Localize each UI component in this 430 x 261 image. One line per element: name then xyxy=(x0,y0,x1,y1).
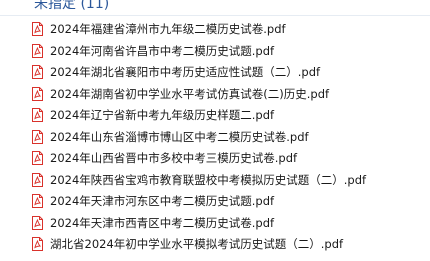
pdf-file-icon xyxy=(32,86,43,101)
pdf-file-icon xyxy=(32,194,43,208)
pdf-file-icon xyxy=(32,65,43,79)
pdf-file-icon xyxy=(32,22,43,36)
pdf-file-icon xyxy=(32,151,43,165)
file-list-panel: 未指定 (11) 2024年福建省漳州市九年级二模历史试卷.pdf 2024年河… xyxy=(0,0,430,261)
file-name: 2024年湖北省襄阳市中考历史适应性试题（二）.pdf xyxy=(50,65,321,79)
file-name: 2024年福建省漳州市九年级二模历史试卷.pdf xyxy=(50,22,286,36)
pdf-file-icon xyxy=(32,215,43,230)
pdf-file-icon xyxy=(32,172,43,187)
file-name: 2024年山西省晋中市多校中考三模历史试卷.pdf xyxy=(50,151,298,165)
file-name: 2024年山东省淄博市博山区中考二模历史试卷.pdf xyxy=(50,129,309,144)
file-name: 2024年辽宁省新中考九年级历史样题二.pdf xyxy=(50,108,275,122)
pdf-file-icon xyxy=(32,237,43,251)
file-name: 2024年天津市西青区中考二模历史试卷.pdf xyxy=(50,215,275,230)
group-header-unspecified[interactable]: 未指定 (11) xyxy=(34,0,109,14)
file-name: 2024年天津市河东区中考二模历史试题.pdf xyxy=(50,194,275,208)
file-name: 2024年陕西省宝鸡市教育联盟校中考模拟历史试题（二）.pdf xyxy=(50,172,367,187)
pdf-file-icon xyxy=(32,129,43,144)
group-separator xyxy=(0,15,430,16)
pdf-file-icon xyxy=(32,108,43,122)
file-name: 2024年河南省许昌市中考二模历史试题.pdf xyxy=(50,43,275,58)
file-name: 2024年湖南省初中学业水平考试仿真试卷(二)历史.pdf xyxy=(50,86,330,101)
file-name: 湖北省2024年初中学业水平模拟考试历史试题（二）.pdf xyxy=(50,237,344,251)
pdf-file-icon xyxy=(32,43,43,58)
